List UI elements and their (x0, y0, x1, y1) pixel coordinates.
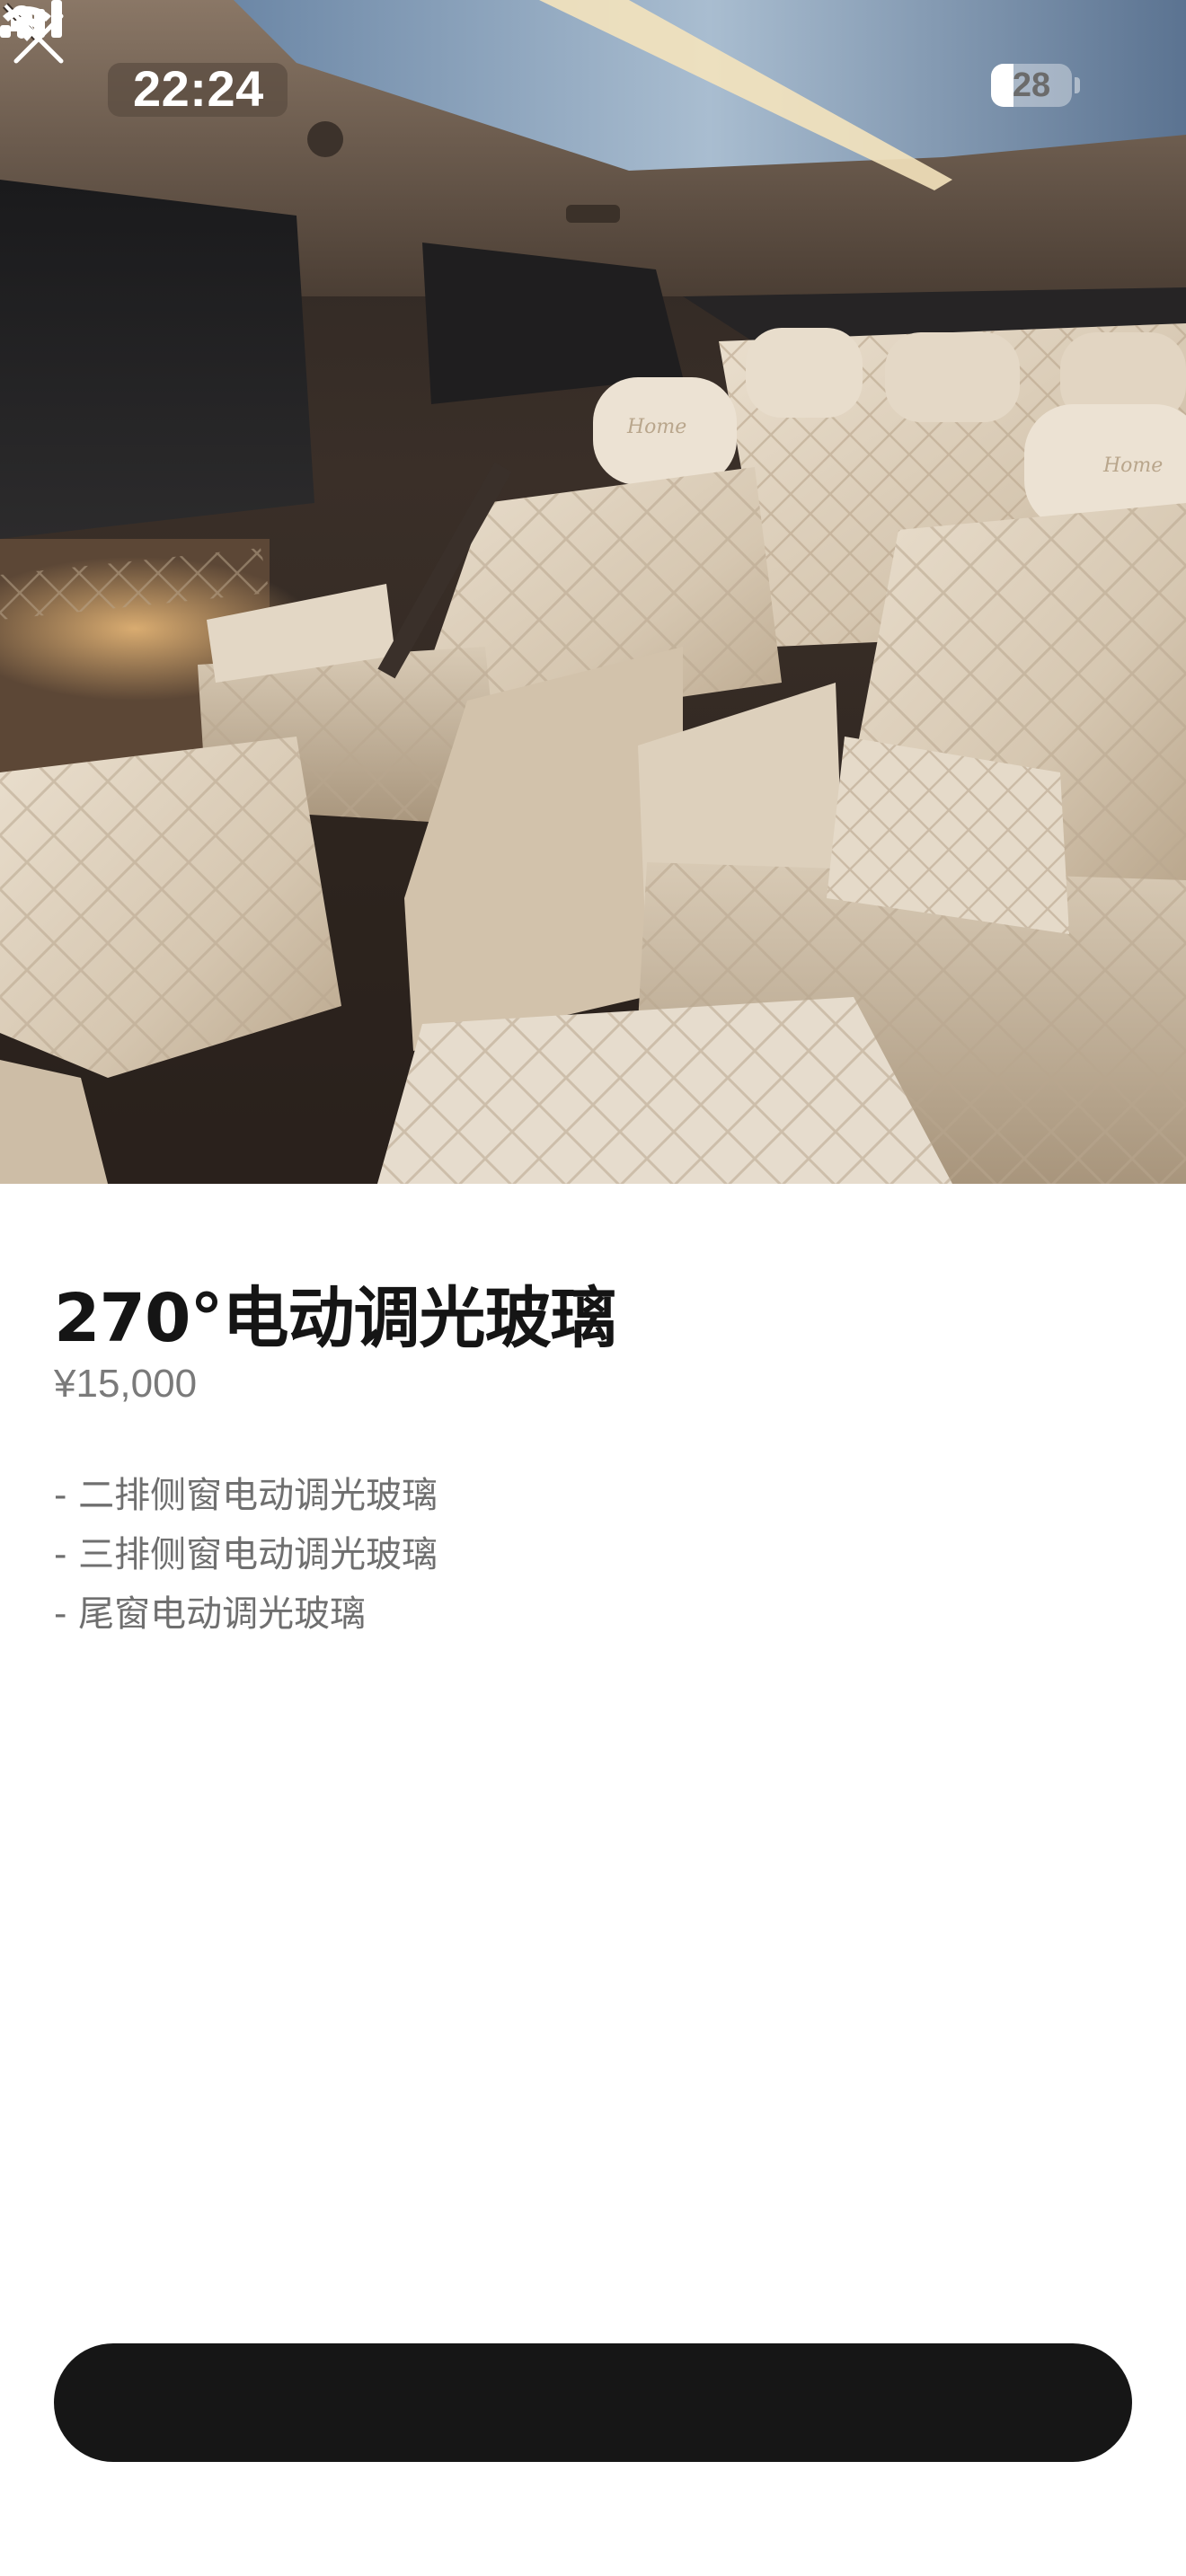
product-price: ¥15,000 (54, 1362, 198, 1406)
primary-action-button[interactable] (54, 2343, 1132, 2462)
headrest-logo: Home (626, 416, 686, 438)
close-icon[interactable] (0, 0, 77, 77)
status-bar: 22:24 28 (0, 0, 1186, 171)
battery-cap (1075, 77, 1080, 93)
feature-list: - 二排侧窗电动调光玻璃 - 三排侧窗电动调光玻璃 - 尾窗电动调光玻璃 (54, 1466, 438, 1644)
battery-level: 28 (1012, 66, 1051, 104)
product-title: 270°电动调光玻璃 (54, 1280, 616, 1357)
feature-item: - 三排侧窗电动调光玻璃 (54, 1534, 438, 1575)
feature-item: - 二排侧窗电动调光玻璃 (54, 1475, 438, 1516)
feature-item: - 尾窗电动调光玻璃 (54, 1593, 367, 1635)
battery-icon: 28 (991, 64, 1072, 107)
status-time: 22:24 (133, 60, 264, 117)
svg-text:Home: Home (1102, 454, 1163, 477)
hero-image: Home Home 22:24 28 (0, 0, 1186, 1184)
car-interior-illustration: Home Home (0, 0, 1186, 1184)
